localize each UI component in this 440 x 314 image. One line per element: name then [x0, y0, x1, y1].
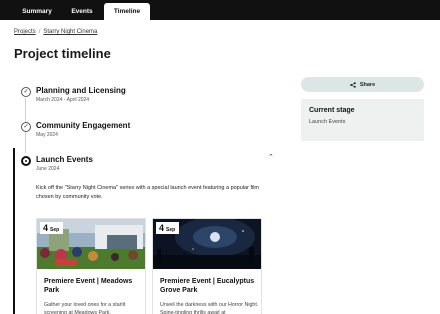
event-card-meadows[interactable]: 4 Sep Premiere Event | Meadows Park Gath… — [36, 218, 146, 314]
stage-title-launch[interactable]: Launch Events — [36, 155, 93, 164]
event-date-day: 4 — [159, 223, 165, 233]
tab-timeline[interactable]: Timeline — [104, 3, 150, 20]
breadcrumb-project-link[interactable]: Starry Night Cinema — [43, 29, 97, 35]
event-date-badge: 4 Sep — [156, 222, 180, 234]
event-card-body: Unveil the darkness with our Horror Nigh… — [160, 302, 259, 314]
current-stage-value: Launch Events — [309, 119, 346, 125]
stage-title-planning[interactable]: Planning and Licensing — [36, 86, 126, 95]
current-stage-title: Current stage — [309, 107, 355, 114]
stage-date-launch: June 2024 — [36, 166, 60, 172]
stage-date-community: May 2024 — [36, 132, 58, 138]
current-stage-panel: Current stage Launch Events — [301, 99, 424, 141]
current-stage-icon — [21, 156, 31, 166]
event-card-title: Premiere Event | Eucalyptus Grove Park — [160, 278, 255, 294]
check-circle-icon: ✓ — [21, 122, 31, 132]
chevron-up-icon[interactable]: ⌃ — [268, 153, 274, 161]
top-nav-bar: Summary Events Timeline — [0, 0, 440, 20]
check-circle-icon: ✓ — [21, 87, 31, 97]
event-card-body: Gather your loved ones for a starlit scr… — [44, 302, 126, 314]
tab-summary[interactable]: Summary — [14, 3, 60, 20]
event-date-month: Sep — [50, 227, 60, 233]
share-button[interactable]: Share — [301, 77, 424, 92]
event-date-badge: 4 Sep — [40, 222, 64, 234]
breadcrumb-projects-link[interactable]: Projects — [14, 29, 36, 35]
event-date-month: Sep — [166, 227, 176, 233]
tab-events[interactable]: Events — [60, 3, 104, 20]
event-date-day: 4 — [43, 223, 49, 233]
stage-title-community[interactable]: Community Engagement — [36, 121, 130, 130]
share-button-label: Share — [359, 81, 376, 88]
share-icon — [350, 81, 356, 88]
stage-description: Kick off the "Starry Night Cinema" serie… — [36, 185, 259, 200]
breadcrumb: Projects / Starry Night Cinema — [14, 29, 97, 35]
stage-date-planning: March 2024 - April 2024 — [36, 97, 90, 103]
page-title: Project timeline — [14, 46, 111, 61]
event-card-title: Premiere Event | Meadows Park — [44, 278, 133, 294]
event-card-eucalyptus[interactable]: 4 Sep Premiere Event | Eucalyptus Grove … — [152, 218, 262, 314]
breadcrumb-separator: / — [38, 29, 41, 35]
